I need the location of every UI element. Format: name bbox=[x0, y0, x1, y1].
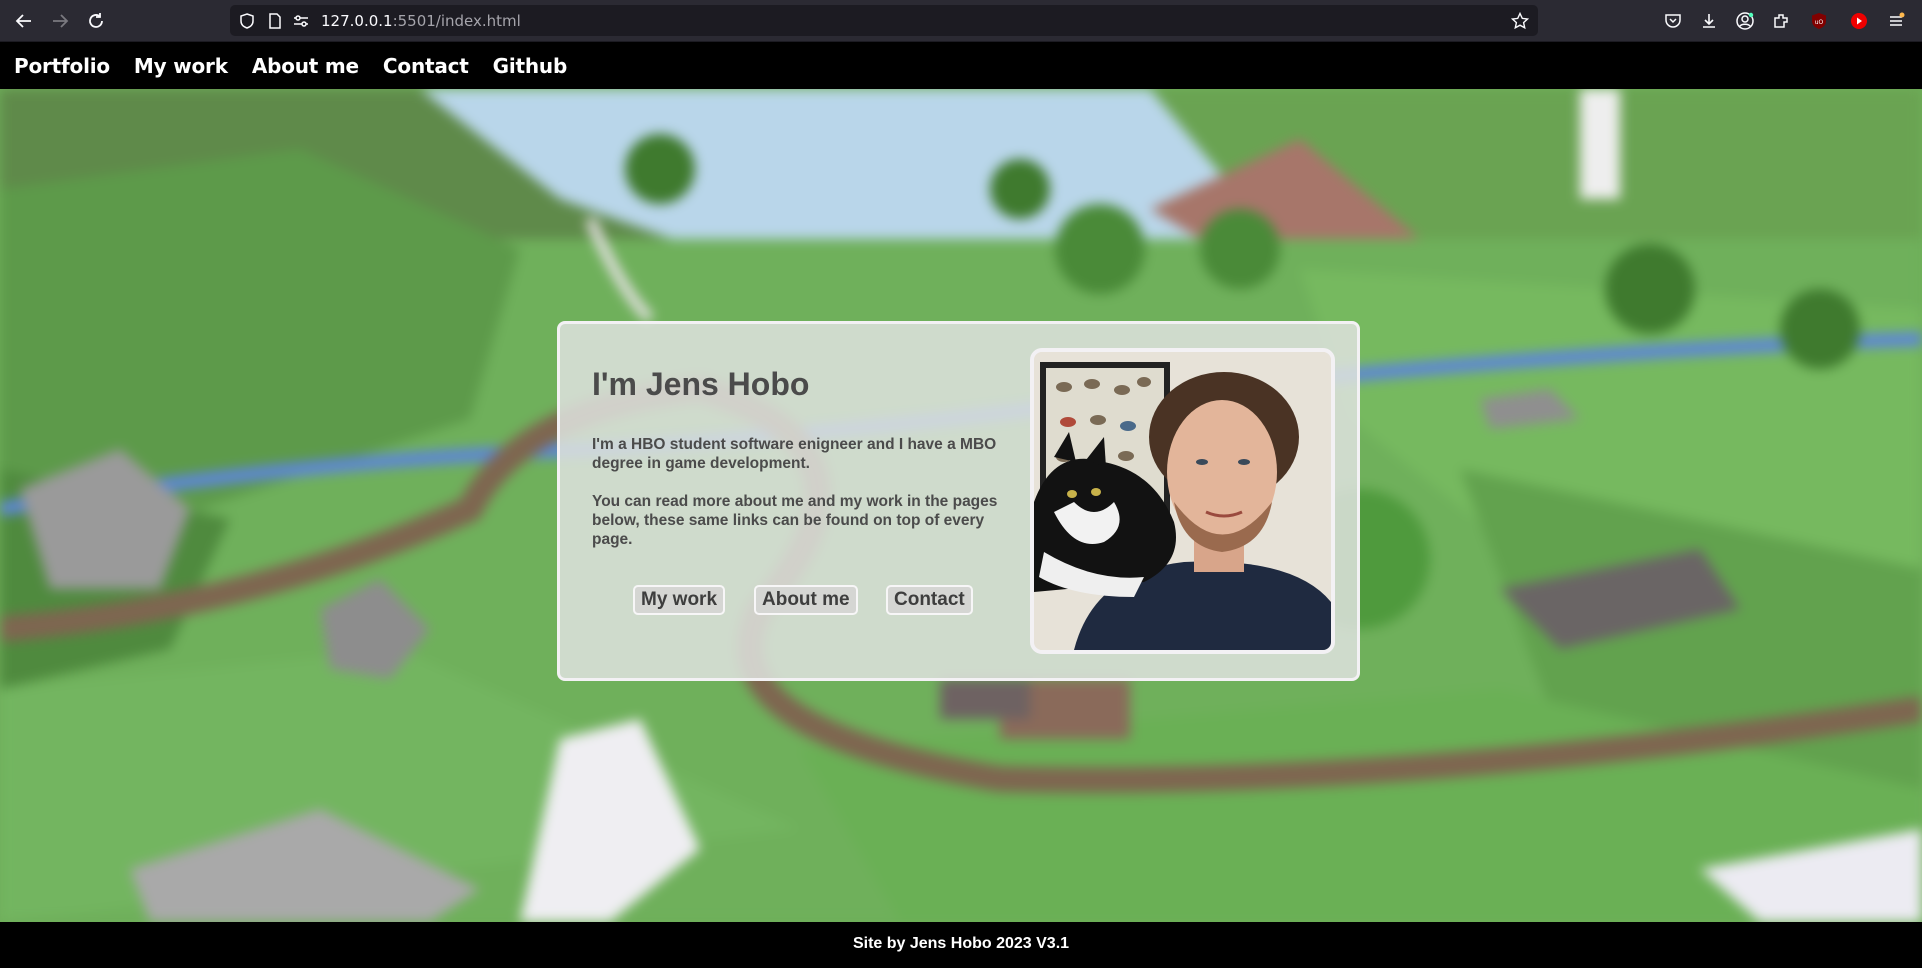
footer-text: Site by Jens Hobo 2023 V3.1 bbox=[852, 934, 1070, 952]
nav-link-contact[interactable]: Contact bbox=[383, 54, 469, 78]
download-icon[interactable] bbox=[1699, 11, 1719, 31]
browser-toolbar: 127.0.0.1:5501/index.html uO bbox=[0, 0, 1922, 42]
footer: Site by Jens Hobo 2023 V3.1 bbox=[0, 922, 1922, 968]
bookmark-star-icon[interactable] bbox=[1510, 11, 1530, 30]
nav-link-about-me[interactable]: About me bbox=[252, 54, 359, 78]
url-text[interactable]: 127.0.0.1:5501/index.html bbox=[321, 12, 521, 30]
pocket-icon[interactable] bbox=[1663, 11, 1683, 31]
nav-link-my-work[interactable]: My work bbox=[134, 54, 228, 78]
nav-link-github[interactable]: Github bbox=[493, 54, 568, 78]
extensions-icon[interactable] bbox=[1771, 11, 1791, 31]
intro-card: I'm Jens Hobo I'm a HBO student software… bbox=[557, 321, 1360, 681]
about-me-button[interactable]: About me bbox=[754, 585, 858, 615]
shield-icon[interactable] bbox=[238, 12, 256, 30]
menu-icon[interactable] bbox=[1886, 11, 1906, 31]
site-nav: Portfolio My work About me Contact Githu… bbox=[0, 42, 1922, 89]
reload-icon[interactable] bbox=[81, 6, 111, 36]
nav-link-portfolio[interactable]: Portfolio bbox=[14, 54, 110, 78]
svg-text:uO: uO bbox=[1815, 19, 1824, 26]
address-bar[interactable]: 127.0.0.1:5501/index.html bbox=[230, 5, 1538, 36]
page-icon[interactable] bbox=[266, 12, 284, 30]
contact-button[interactable]: Contact bbox=[886, 585, 973, 615]
intro-paragraph: I'm a HBO student software enigneer and … bbox=[592, 436, 997, 472]
forward-icon[interactable] bbox=[45, 6, 75, 36]
youtube-icon[interactable] bbox=[1849, 11, 1869, 31]
profile-photo bbox=[1030, 348, 1335, 654]
ublock-icon[interactable]: uO bbox=[1809, 11, 1829, 31]
back-icon[interactable] bbox=[9, 6, 39, 36]
permissions-icon[interactable] bbox=[292, 12, 310, 30]
account-icon[interactable] bbox=[1735, 11, 1755, 31]
my-work-button[interactable]: My work bbox=[633, 585, 726, 615]
page-title: I'm Jens Hobo bbox=[592, 366, 810, 402]
links-paragraph: You can read more about me and my work i… bbox=[592, 493, 998, 548]
